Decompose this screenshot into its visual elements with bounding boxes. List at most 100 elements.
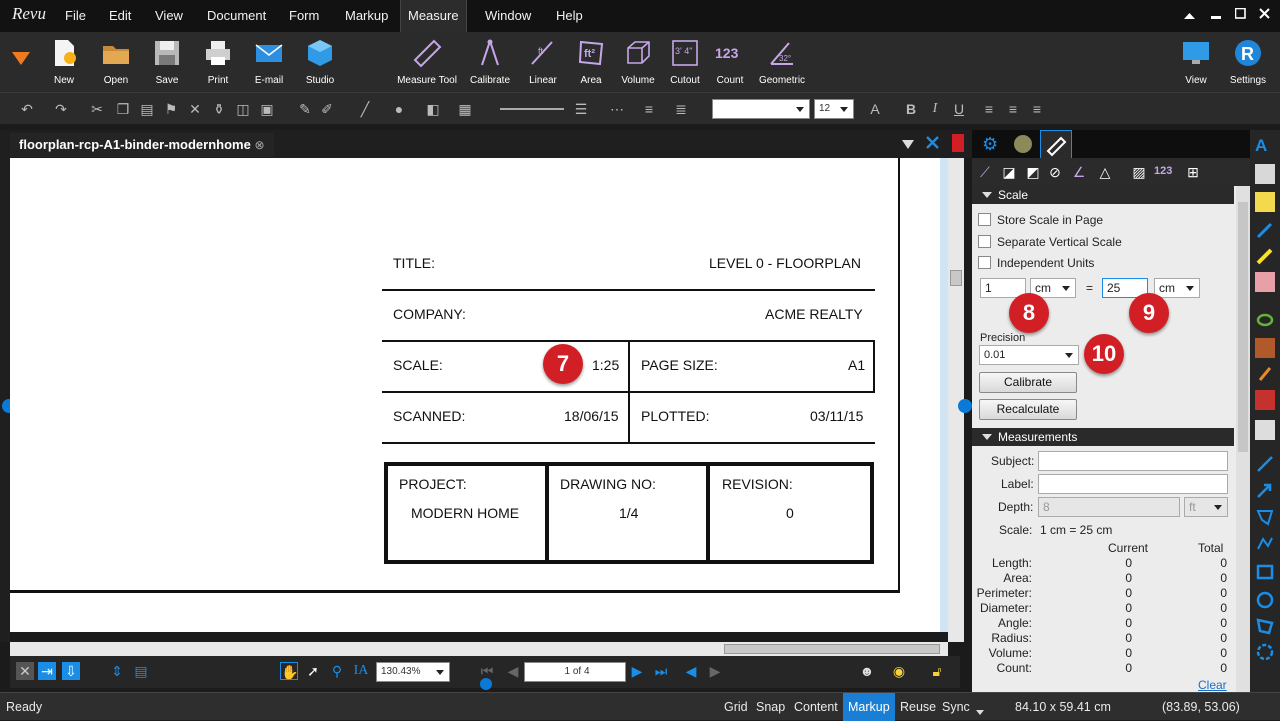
previous-page-icon[interactable]: ◀ xyxy=(504,662,522,680)
panel-count-icon[interactable]: 123 xyxy=(1154,165,1172,177)
ellipse-tool-icon[interactable] xyxy=(1255,590,1275,610)
snap-toggle[interactable]: Snap xyxy=(756,693,785,721)
menu-help[interactable]: Help xyxy=(549,0,590,32)
cloud-tool-icon[interactable] xyxy=(1255,642,1275,662)
pen-icon[interactable] xyxy=(1255,220,1275,240)
menu-measure[interactable]: Measure xyxy=(400,0,467,32)
view-button[interactable]: View xyxy=(1168,34,1224,90)
undo-icon[interactable]: ↶ xyxy=(18,100,36,118)
scale-section-header[interactable]: Scale xyxy=(972,186,1234,204)
print-button[interactable]: Print xyxy=(190,34,246,90)
measure-tab[interactable] xyxy=(1040,130,1072,158)
panel-polylength-icon[interactable]: ◩ xyxy=(1024,163,1042,181)
document-tab[interactable]: floorplan-rcp-A1-binder-modernhome ⊗ xyxy=(10,133,274,157)
align-center-icon[interactable]: ≡ xyxy=(1004,100,1022,118)
next-page-icon[interactable]: ▶ xyxy=(628,662,646,680)
clear-link[interactable]: Clear xyxy=(1198,678,1227,692)
sync-pane-icon[interactable]: ⇕ xyxy=(108,662,126,680)
quick-menu-icon[interactable] xyxy=(12,52,30,69)
last-page-icon[interactable]: ⏭ xyxy=(652,662,670,680)
collapse-ribbon-icon[interactable] xyxy=(1184,9,1195,23)
subject-input[interactable] xyxy=(1038,451,1228,471)
precision-select[interactable]: 0.01 xyxy=(979,345,1079,365)
minimize-icon[interactable] xyxy=(1211,8,1222,22)
close-document-icon[interactable] xyxy=(926,136,939,152)
new-button[interactable]: New xyxy=(36,34,92,90)
image-tool-icon[interactable] xyxy=(1255,390,1275,410)
polyline-tool-icon[interactable] xyxy=(1255,534,1275,554)
polygon-tool-icon[interactable] xyxy=(1255,616,1275,636)
text-tool-icon[interactable]: A xyxy=(1255,136,1275,156)
previous-view-icon[interactable]: ◀ xyxy=(682,662,700,680)
panel-diameter-icon[interactable]: ⊘ xyxy=(1046,163,1064,181)
line-dash-icon[interactable]: ≡ xyxy=(640,100,658,118)
horizontal-scroll-thumb[interactable] xyxy=(724,644,940,654)
open-button[interactable]: Open xyxy=(88,34,144,90)
depth-input[interactable]: 8 xyxy=(1038,497,1180,517)
opacity-icon[interactable]: ◧ xyxy=(424,100,442,118)
lock-icon[interactable]: 🔓︎ xyxy=(928,662,946,680)
callout-tool-icon[interactable] xyxy=(1255,508,1275,528)
document-canvas[interactable]: TITLE: LEVEL 0 - FLOORPLAN COMPANY: ACME… xyxy=(10,158,940,632)
close-tab-icon[interactable]: ⊗ xyxy=(254,138,264,152)
reuse-toggle[interactable]: Reuse xyxy=(900,693,936,721)
rectangle-tool-icon[interactable] xyxy=(1255,562,1275,582)
text-align-menu-icon[interactable]: ≣ xyxy=(672,100,690,118)
tab-list-icon[interactable] xyxy=(902,138,914,152)
email-button[interactable]: E-mail xyxy=(241,34,297,90)
split-horizontal-icon[interactable]: ⇥ xyxy=(38,662,56,680)
right-panel-toggle[interactable] xyxy=(958,399,972,413)
comment-icon[interactable] xyxy=(1255,420,1275,440)
font-family-select[interactable] xyxy=(712,99,810,119)
studio-button[interactable]: Studio xyxy=(292,34,348,90)
panel-pin-marker[interactable] xyxy=(952,134,964,152)
eraser-icon[interactable] xyxy=(1255,272,1275,292)
menu-edit[interactable]: Edit xyxy=(102,0,138,32)
separate-vertical-checkbox[interactable] xyxy=(978,235,991,248)
independent-units-checkbox[interactable] xyxy=(978,256,991,269)
panel-cutout-icon[interactable]: ▨ xyxy=(1130,163,1148,181)
menu-document[interactable]: Document xyxy=(200,0,273,32)
copy-icon[interactable]: ❐ xyxy=(114,100,132,118)
paste-icon[interactable]: ▤ xyxy=(138,100,156,118)
arrow-tool-icon[interactable] xyxy=(1255,480,1275,500)
measure-tool-button[interactable]: Measure Tool xyxy=(396,34,458,90)
line-width-icon[interactable]: ☰ xyxy=(572,100,590,118)
split-vertical-icon[interactable]: ⇩ xyxy=(62,662,80,680)
select-arrow-icon[interactable]: ➚ xyxy=(304,662,322,680)
line-style-icon[interactable]: ⋯ xyxy=(608,100,626,118)
geometric-button[interactable]: 32° Geometric xyxy=(752,34,812,90)
user-icon[interactable]: ☻ xyxy=(858,662,876,680)
label-input[interactable] xyxy=(1038,474,1228,494)
tips-lightbulb-icon[interactable]: ◉ xyxy=(890,662,908,680)
pan-hand-icon[interactable]: ✋ xyxy=(280,662,298,680)
sync-dropdown-icon[interactable] xyxy=(976,704,984,718)
note-icon[interactable] xyxy=(1255,192,1275,212)
panel-scroll-thumb[interactable] xyxy=(1238,202,1248,452)
attachment-icon[interactable] xyxy=(1255,364,1275,384)
grid-toggle[interactable]: Grid xyxy=(724,693,748,721)
zoom-icon[interactable]: ⚲ xyxy=(328,662,346,680)
sync-toggle[interactable]: Sync xyxy=(942,693,970,721)
align-right-icon[interactable]: ≡ xyxy=(1028,100,1046,118)
stamp-tool-icon[interactable] xyxy=(1255,338,1275,358)
calibrate-button[interactable]: Calibrate xyxy=(462,34,518,90)
italic-icon[interactable]: I xyxy=(926,100,944,118)
panel-volume-icon[interactable]: △ xyxy=(1096,163,1114,181)
content-toggle[interactable]: Content xyxy=(794,693,838,721)
depth-unit-select[interactable]: ft xyxy=(1184,497,1228,517)
bottom-panel-toggle[interactable] xyxy=(480,678,492,690)
snapshot-icon[interactable]: ◫ xyxy=(234,100,252,118)
menu-window[interactable]: Window xyxy=(478,0,538,32)
page-layout-icon[interactable]: ▤ xyxy=(132,662,150,680)
properties-gear-icon[interactable]: ⚙ xyxy=(982,134,998,155)
menu-file[interactable]: File xyxy=(58,0,93,32)
panel-area-icon[interactable]: ◪ xyxy=(1000,163,1018,181)
font-size-select[interactable]: 12 xyxy=(814,99,854,119)
settings-button[interactable]: R Settings xyxy=(1220,34,1276,90)
next-view-icon[interactable]: ▶ xyxy=(706,662,724,680)
menu-markup[interactable]: Markup xyxy=(338,0,395,32)
cut-icon[interactable]: ✂ xyxy=(88,100,106,118)
panel-length-icon[interactable]: ⟋ xyxy=(976,163,994,181)
scale-real-unit-select[interactable]: cm xyxy=(1154,278,1200,298)
